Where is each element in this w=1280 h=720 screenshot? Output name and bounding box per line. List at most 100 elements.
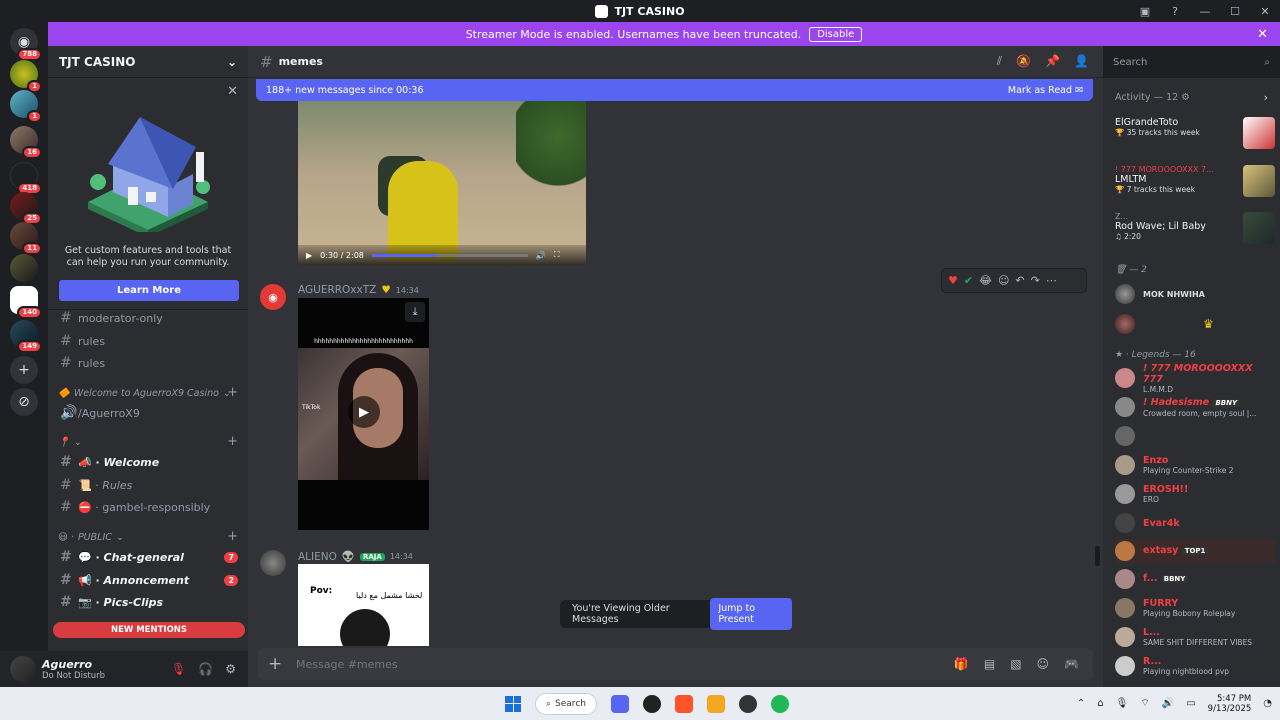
channel-moderator-only[interactable]: # moderator-only — [48, 308, 248, 328]
add-reaction-icon[interactable]: ☺ — [998, 274, 1009, 287]
mark-as-read-button[interactable]: Mark as Read ✉ — [1008, 85, 1083, 96]
close-window-button[interactable]: ✕ — [1250, 0, 1280, 22]
member-item[interactable]: ! 777 MOROOOOXXX 777 L.M.M.D — [1115, 363, 1275, 394]
jump-to-present-button[interactable]: Jump to Present — [710, 598, 792, 630]
new-messages-bar[interactable]: 188+ new messages since 00:36 Mark as Re… — [256, 79, 1093, 101]
app-taskbar-icon[interactable] — [707, 694, 725, 713]
more-icon[interactable]: ⋯ — [1046, 274, 1057, 287]
notifications-icon[interactable]: ◔ — [1263, 698, 1272, 709]
server-icon[interactable]: 1 — [10, 60, 42, 93]
attach-plus-icon[interactable]: + — [268, 654, 296, 674]
direct-messages-button[interactable]: ◉ 788 — [10, 28, 42, 61]
chevron-right-icon[interactable]: › — [1264, 91, 1268, 104]
add-channel-icon[interactable]: + — [227, 529, 238, 544]
member-item[interactable]: f... BBNY — [1115, 567, 1275, 591]
video-attachment[interactable]: Pov: لخشا مشمل مع دليا — [298, 564, 429, 646]
threads-icon[interactable]: ⫽ — [997, 54, 1002, 69]
member-item[interactable]: FURRY Playing Bobony Roleplay — [1115, 596, 1275, 620]
category-welcome[interactable]: 🔶 Welcome to AguerroX9 Casino ⌄ — [58, 388, 231, 399]
channel-chat-general[interactable]: # 💬 · Chat-general 7 — [48, 547, 248, 567]
add-server-button[interactable]: + — [10, 356, 38, 384]
wifi-icon[interactable]: ⌔ — [1140, 697, 1149, 710]
channel-rules[interactable]: # rules — [48, 331, 248, 351]
deafen-icon[interactable]: 🎧 — [198, 662, 213, 676]
clock[interactable]: 5:47 PM 9/13/2025 — [1208, 694, 1252, 714]
member-item[interactable]: extasy TOP1 — [1115, 539, 1275, 563]
close-icon[interactable]: ✕ — [227, 84, 238, 99]
video-attachment[interactable]: ⤓ hhhhhhhhhhhhhhhhhhhhhhhhhh TikTok ▶ — [298, 298, 429, 530]
volume-icon[interactable]: 🔊 — [1162, 698, 1174, 709]
taskbar-search[interactable]: ⌕ Search — [535, 692, 597, 715]
member-item[interactable] — [1115, 424, 1275, 448]
server-icon[interactable]: 1 — [10, 90, 42, 123]
channel-gambel-responsibly[interactable]: # ⛔ · gambel-responsibly — [48, 497, 248, 517]
add-channel-icon[interactable]: + — [227, 434, 238, 449]
battery-icon[interactable]: ▭ — [1186, 698, 1195, 709]
video-progress-bar[interactable] — [371, 253, 528, 257]
scrollbar[interactable] — [1095, 546, 1100, 566]
reply-icon[interactable]: ↶ — [1015, 274, 1024, 287]
download-icon[interactable]: ⤓ — [405, 302, 425, 322]
banner-close-icon[interactable]: ✕ — [1257, 27, 1268, 42]
member-item[interactable]: R... Playing nightblood pvp — [1115, 654, 1275, 678]
play-icon[interactable]: ▶ — [348, 396, 380, 428]
server-icon[interactable]: 418 — [10, 162, 42, 195]
category-public[interactable]: 😃 · PUBLIC ⌄ — [58, 532, 124, 543]
search-field[interactable]: Search ⌕ — [1103, 46, 1280, 78]
mute-icon[interactable]: 🎙 — [171, 662, 186, 676]
apps-icon[interactable]: 🎮 — [1064, 657, 1079, 671]
gif-icon[interactable]: ▤ — [984, 657, 995, 671]
maximize-button[interactable]: ☐ — [1220, 0, 1250, 22]
laugh-reaction-icon[interactable]: 😂 — [979, 274, 992, 287]
emoji-icon[interactable]: ☺ — [1037, 657, 1050, 671]
add-channel-icon[interactable]: + — [227, 385, 238, 400]
new-mentions-button[interactable]: NEW MENTIONS — [53, 622, 245, 638]
server-icon[interactable]: 25 — [10, 192, 42, 225]
server-icon[interactable]: 11 — [10, 222, 42, 255]
spotify-taskbar-icon[interactable] — [771, 694, 789, 713]
avatar[interactable] — [260, 550, 286, 576]
brave-taskbar-icon[interactable] — [675, 694, 693, 713]
server-icon[interactable] — [10, 254, 38, 282]
forward-icon[interactable]: ↷ — [1031, 274, 1040, 287]
heart-reaction-icon[interactable]: ♥ — [948, 274, 958, 287]
channel-rules2[interactable]: # 📜 · Rules — [48, 475, 248, 495]
learn-more-button[interactable]: Learn More — [59, 280, 239, 301]
microphone-icon[interactable]: 🎙 — [1116, 698, 1129, 709]
server-icon[interactable]: 16 — [10, 126, 42, 159]
member-item[interactable]: Evar4k — [1115, 511, 1275, 535]
app-taskbar-icon[interactable] — [643, 694, 661, 713]
sticker-icon[interactable]: ▧ — [1010, 657, 1021, 671]
app-taskbar-icon[interactable] — [739, 694, 757, 713]
channel-annoncement[interactable]: # 📢 · Annoncement 2 — [48, 570, 248, 590]
chevron-up-icon[interactable]: ⌃ — [1077, 698, 1085, 709]
activity-item[interactable]: ! 777 MOROOOOXXX 7... LMLTM 🏆 7 tracks t… — [1115, 165, 1275, 197]
server-icon[interactable]: 149 — [10, 320, 42, 353]
gift-icon[interactable]: 🎁 — [954, 657, 969, 671]
member-item[interactable]: EROSH!! ERO — [1115, 482, 1275, 506]
channel-rules[interactable]: # rules — [48, 353, 248, 373]
activity-item[interactable]: Z... Rod Wave; Lil Baby ♫ 2:20 — [1115, 212, 1275, 244]
notification-bell-icon[interactable]: 🔕 — [1016, 54, 1031, 69]
message-input[interactable] — [296, 657, 896, 671]
member-item[interactable]: ♛ — [1115, 312, 1275, 336]
help-icon[interactable]: ? — [1160, 0, 1190, 22]
voice-channel[interactable]: 🔊/AguerroX9 — [48, 403, 248, 423]
author-name[interactable]: ALIENO — [298, 551, 337, 563]
settings-gear-icon[interactable]: ⚙ — [225, 662, 236, 676]
member-item[interactable]: ! Hadesisme BBNY Crowded room, empty soul… — [1115, 395, 1275, 419]
channel-pics-clips[interactable]: # 📷 · Pics-Clips — [48, 592, 248, 612]
avatar[interactable]: ◉ — [260, 284, 286, 310]
gear-icon[interactable]: ⚙ — [1181, 92, 1190, 103]
member-item[interactable]: Enzo Playing Counter-Strike 2 — [1115, 453, 1275, 477]
check-reaction-icon[interactable]: ✔ — [964, 274, 973, 287]
server-icon-tjt-casino[interactable]: 140 — [10, 286, 42, 319]
server-header[interactable]: TJT CASINO ⌄ — [48, 46, 248, 78]
fullscreen-icon[interactable]: ⛶ — [554, 250, 560, 260]
video-attachment[interactable]: ▶ 0:30 / 2:08 🔊 ⛶ — [298, 101, 586, 265]
explore-servers-button[interactable]: ⊘ — [10, 388, 38, 416]
activity-item[interactable]: ElGrandeToto 🏆 35 tracks this week — [1115, 117, 1275, 149]
volume-icon[interactable]: 🔊 — [536, 251, 546, 260]
avatar[interactable] — [10, 656, 36, 682]
discord-taskbar-icon[interactable] — [611, 694, 629, 713]
